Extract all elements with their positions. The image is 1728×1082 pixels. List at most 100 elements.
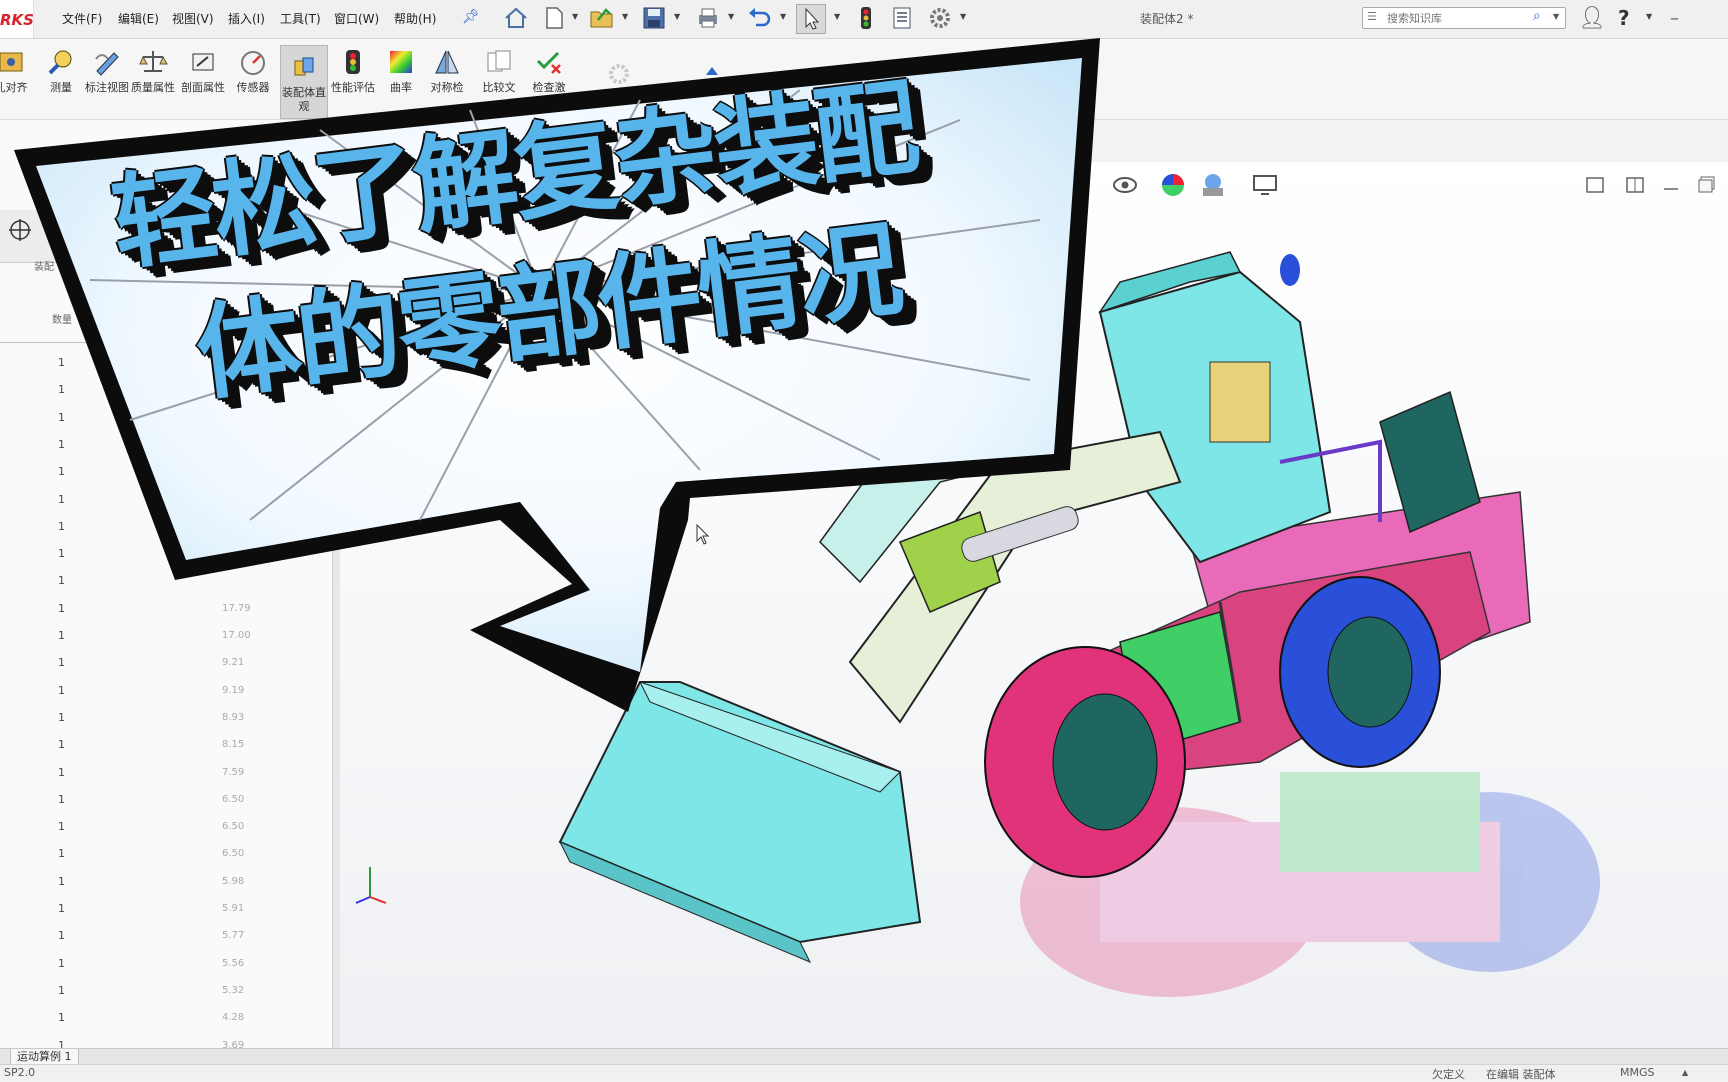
disabled-gear-icon bbox=[609, 64, 629, 84]
units-selector[interactable]: MMGS bbox=[1620, 1066, 1655, 1079]
row-quantity: 1 bbox=[58, 437, 65, 451]
apply-scene-icon[interactable] bbox=[1198, 170, 1228, 200]
chevron-down-icon[interactable]: ▼ bbox=[728, 12, 734, 21]
chevron-down-icon[interactable]: ▼ bbox=[674, 12, 680, 21]
row-quantity: 1 bbox=[58, 492, 65, 506]
check-active-icon bbox=[536, 51, 561, 74]
row-quantity: 1 bbox=[58, 383, 65, 397]
edit-appearance-icon[interactable] bbox=[1158, 170, 1188, 200]
check-active-button[interactable]: 检查激 bbox=[526, 47, 572, 95]
row-quantity: 1 bbox=[58, 629, 65, 642]
row-quantity: 1 bbox=[58, 1011, 65, 1025]
options-gear-icon[interactable] bbox=[926, 4, 954, 32]
compare-documents-icon bbox=[487, 50, 511, 72]
restore-pane-icon[interactable] bbox=[1584, 174, 1606, 196]
chevron-down-icon[interactable]: ▼ bbox=[834, 12, 840, 21]
sensor-button[interactable]: 传感器 bbox=[230, 47, 276, 95]
row-value: 9.21 bbox=[222, 657, 245, 669]
chevron-down-icon[interactable]: ▼ bbox=[780, 12, 786, 21]
row-value: 4.28 bbox=[222, 1012, 245, 1024]
row-value: 8.15 bbox=[222, 739, 245, 751]
menu-edit[interactable]: 编辑(E) bbox=[118, 10, 159, 27]
new-document-icon[interactable] bbox=[540, 4, 568, 32]
open-icon[interactable] bbox=[588, 4, 616, 32]
assembly-visualization-button[interactable]: 装配体直观 bbox=[280, 45, 328, 119]
menu-view[interactable]: 视图(V) bbox=[172, 10, 214, 27]
view-settings-icon[interactable] bbox=[1250, 170, 1280, 200]
chevron-down-icon[interactable]: ▼ bbox=[960, 12, 966, 21]
select-pointer-icon[interactable] bbox=[796, 4, 826, 34]
chevron-down-icon[interactable]: ▼ bbox=[572, 12, 578, 21]
wheel-loader-model[interactable] bbox=[340, 162, 1728, 1048]
row-quantity: 1 bbox=[58, 902, 65, 915]
menu-tools[interactable]: 工具(T) bbox=[280, 10, 321, 27]
print-icon[interactable] bbox=[694, 4, 722, 32]
chevron-down-icon[interactable]: ▼ bbox=[1553, 12, 1559, 21]
row-quantity: 1 bbox=[58, 356, 65, 369]
motion-study-tab[interactable]: 运动算例 1 bbox=[10, 1049, 79, 1065]
chevron-up-icon[interactable]: ▲ bbox=[1682, 1068, 1688, 1077]
measure-icon bbox=[48, 50, 72, 75]
symmetry-check-icon bbox=[435, 50, 459, 74]
file-properties-icon[interactable] bbox=[888, 4, 916, 32]
mass-properties-button[interactable]: 质量属性 bbox=[130, 47, 176, 95]
search-knowledge-base[interactable]: ☰ ⌕ ▼ bbox=[1362, 7, 1566, 29]
target-icon[interactable] bbox=[6, 216, 34, 244]
row-value: 5.56 bbox=[222, 957, 245, 969]
menu-file[interactable]: 文件(F) bbox=[62, 10, 102, 27]
compare-documents-button[interactable]: 比较文 bbox=[476, 47, 522, 95]
panel-tab-strip bbox=[0, 210, 336, 263]
header-divider bbox=[0, 342, 332, 343]
performance-evaluation-button[interactable]: 性能评估 bbox=[330, 47, 376, 95]
traffic-light-icon[interactable] bbox=[852, 4, 880, 32]
measure-button[interactable]: 测量 bbox=[38, 47, 84, 95]
section-properties-icon bbox=[192, 53, 214, 71]
knowledge-base-icon: ☰ bbox=[1367, 10, 1377, 23]
section-properties-button[interactable]: 剖面属性 bbox=[180, 47, 226, 95]
minimize-pane-icon[interactable] bbox=[1660, 174, 1682, 196]
chevron-down-icon[interactable]: ▼ bbox=[1646, 12, 1652, 21]
cab-seat bbox=[1209, 361, 1271, 443]
menu-bar: RKS 文件(F) 编辑(E) 视图(V) 插入(I) 工具(T) 窗口(W) … bbox=[0, 0, 1728, 39]
graphics-area[interactable] bbox=[340, 162, 1728, 1048]
performance-evaluation-icon bbox=[346, 50, 360, 74]
minimize-icon[interactable]: – bbox=[1670, 8, 1679, 29]
command-manager: 孔对齐 测量 标注视图 质量属性 剖面属性 传感器 装配体直观 性能评估 曲率 … bbox=[0, 39, 1728, 120]
row-value: 5.77 bbox=[222, 930, 245, 942]
flyout-icon[interactable] bbox=[700, 59, 724, 83]
row-quantity: 1 bbox=[58, 465, 65, 479]
chevron-down-icon[interactable]: ▼ bbox=[622, 12, 628, 21]
row-value: 8.93 bbox=[222, 711, 245, 723]
home-icon[interactable] bbox=[502, 4, 530, 32]
menu-window[interactable]: 窗口(W) bbox=[334, 10, 379, 27]
help-icon[interactable]: ? bbox=[1618, 6, 1630, 30]
user-icon[interactable]: 👤︎ bbox=[1578, 6, 1606, 31]
hide-show-items-icon[interactable] bbox=[1110, 170, 1140, 200]
row-value: 17.00 bbox=[222, 630, 251, 641]
row-value: 5.98 bbox=[222, 875, 245, 887]
search-icon[interactable]: ⌕ bbox=[1533, 8, 1541, 24]
menu-insert[interactable]: 插入(I) bbox=[228, 10, 265, 27]
markup-view-button[interactable]: 标注视图 bbox=[84, 47, 130, 95]
save-icon[interactable] bbox=[640, 4, 668, 32]
quantity-column-header[interactable]: 数量 bbox=[52, 311, 72, 326]
bucket bbox=[558, 681, 922, 963]
pin-icon[interactable]: 📌︎ bbox=[462, 9, 480, 25]
search-input[interactable] bbox=[1385, 8, 1539, 28]
split-pane-icon[interactable] bbox=[1624, 174, 1646, 196]
row-quantity: 1 bbox=[58, 983, 65, 997]
status-bar: SP2.0 欠定义 在编辑 装配体 MMGS ▲ bbox=[0, 1064, 1728, 1081]
beacon bbox=[1280, 254, 1300, 286]
curvature-button[interactable]: 曲率 bbox=[378, 47, 424, 95]
maximize-pane-icon[interactable] bbox=[1696, 174, 1718, 196]
version-label: SP2.0 bbox=[4, 1066, 36, 1079]
row-quantity: 1 bbox=[58, 656, 65, 670]
row-quantity: 1 bbox=[58, 574, 65, 588]
menu-help[interactable]: 帮助(H) bbox=[394, 10, 436, 27]
undo-icon[interactable] bbox=[746, 4, 774, 32]
hole-alignment-button[interactable]: 孔对齐 bbox=[0, 47, 34, 95]
row-value: 17.79 bbox=[222, 602, 251, 614]
app-logo: RKS bbox=[0, 0, 34, 38]
symmetry-check-button[interactable]: 对称检 bbox=[424, 47, 470, 95]
row-quantity: 1 bbox=[58, 820, 65, 834]
